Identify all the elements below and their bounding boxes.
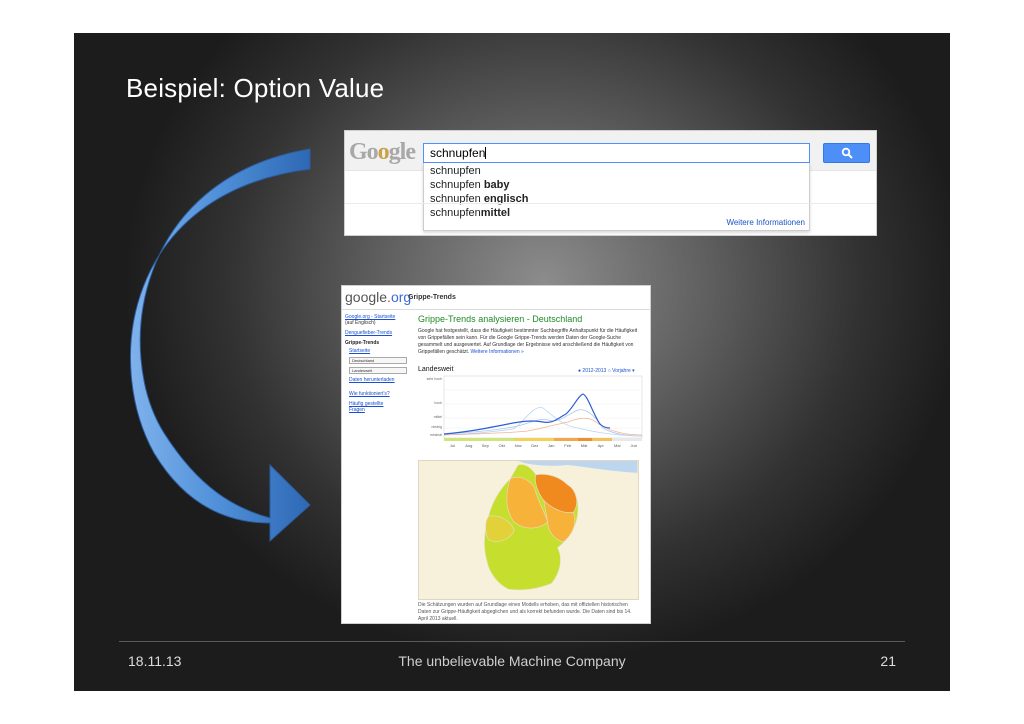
chart-month-label: Nov xyxy=(515,443,522,448)
region-select[interactable]: Landesweit xyxy=(349,367,407,374)
suggestion-item[interactable]: schnupfen baby xyxy=(430,179,510,191)
germany-flu-map xyxy=(418,460,639,600)
page-number: 21 xyxy=(880,653,896,669)
chart-level-label: minimal xyxy=(430,433,442,437)
suggestion-item[interactable]: schnupfenmittel xyxy=(430,207,510,219)
presentation-slide: Beispiel: Option Value Google schnupfen … xyxy=(74,33,950,691)
suggestion-item[interactable]: schnupfen xyxy=(430,165,481,177)
flu-trends-chart: sehr hoch hoch mittel niedrig minimal Jul Aug… xyxy=(427,375,643,448)
google-org-logo[interactable]: google.org xyxy=(345,289,411,305)
chart-month-label: Okt xyxy=(499,443,506,448)
chart-month-label: Feb xyxy=(564,443,572,448)
faq-link-line-2[interactable]: Fragen xyxy=(349,407,365,413)
chart-month-labels: Jul Aug Sep Okt Nov Dez Jan Feb Mär Apr Mai Jun xyxy=(450,443,637,448)
search-query: schnupfen xyxy=(430,146,486,160)
chart-level-label: hoch xyxy=(434,401,442,405)
chart-month-label: Jun xyxy=(631,443,637,448)
footer-divider xyxy=(119,641,905,642)
region-label: Landesweit xyxy=(418,366,454,373)
sidebar-section-title: Grippe-Trends xyxy=(345,340,380,346)
flu-trends-screenshot: google.org Grippe-Trends Google.org - St… xyxy=(341,285,651,624)
chart-month-label: Dez xyxy=(531,443,538,448)
home-note: (auf Englisch) xyxy=(345,320,376,326)
chart-level-labels: sehr hoch hoch mittel niedrig minimal xyxy=(427,377,443,437)
divider xyxy=(345,203,876,204)
chart-level-label: sehr hoch xyxy=(427,377,442,381)
download-link[interactable]: Daten herunterladen xyxy=(349,377,395,383)
footer-company: The unbelievable Machine Company xyxy=(398,653,626,669)
search-icon xyxy=(841,147,853,159)
chart-month-label: Mär xyxy=(581,443,589,448)
flu-trends-footnote: Die Schätzungen wurden auf Grundlage ein… xyxy=(418,602,632,622)
flu-trends-description: Google hat festgestellt, dass die Häufig… xyxy=(418,328,638,355)
footer-date: 18.11.13 xyxy=(128,653,182,669)
flu-trends-heading: Grippe-Trends analysieren - Deutschland xyxy=(418,314,583,324)
more-info-link[interactable]: Weitere Informationen xyxy=(726,218,805,227)
google-logo: Google xyxy=(349,139,416,165)
chart-month-label: Jul xyxy=(450,443,455,448)
chart-month-label: Jan xyxy=(548,443,554,448)
flu-trends-header: google.org Grippe-Trends xyxy=(342,286,650,310)
chart-month-label: Aug xyxy=(465,443,472,448)
product-name: Grippe-Trends xyxy=(408,294,456,301)
chart-month-label: Mai xyxy=(614,443,621,448)
text-cursor xyxy=(485,147,487,159)
country-select[interactable]: Deutschland xyxy=(349,357,407,364)
description-more-link[interactable]: Weitere Informationen » xyxy=(471,349,524,355)
start-link[interactable]: Startseite xyxy=(349,348,370,354)
chart-level-label: niedrig xyxy=(431,425,442,429)
dengue-link[interactable]: Denguefieber-Trends xyxy=(345,330,392,336)
search-button[interactable] xyxy=(823,143,870,163)
google-search-screenshot: Google schnupfen schnupfen schnupfen bab… xyxy=(344,130,877,236)
chart-month-label: Sep xyxy=(482,443,490,448)
search-input[interactable]: schnupfen xyxy=(423,143,810,163)
chart-month-label: Apr xyxy=(598,443,605,448)
autocomplete-dropdown: schnupfen schnupfen baby schnupfen engli… xyxy=(423,163,810,231)
chart-level-label: mittel xyxy=(434,415,443,419)
how-it-works-link[interactable]: Wie funktioniert's? xyxy=(349,391,390,397)
